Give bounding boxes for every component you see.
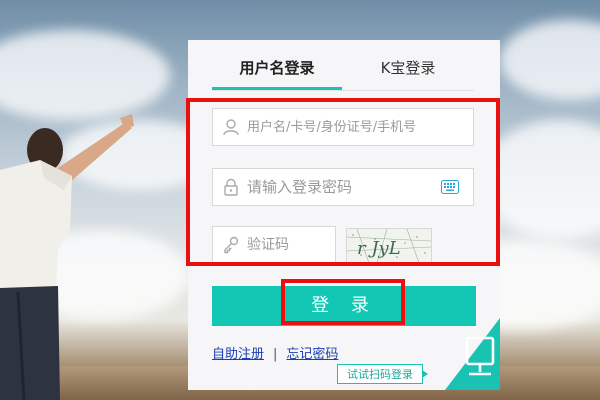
- username-field: [212, 108, 474, 146]
- qr-login-tooltip[interactable]: 试试扫码登录: [337, 364, 428, 384]
- captcha-text: r JyL: [357, 238, 401, 259]
- forgot-password-link[interactable]: 忘记密码: [286, 347, 338, 362]
- captcha-input[interactable]: [247, 227, 331, 263]
- captcha-field: [212, 226, 336, 264]
- user-icon: [223, 119, 239, 136]
- password-input[interactable]: [247, 169, 437, 205]
- keyboard-icon[interactable]: [441, 180, 459, 194]
- qr-monitor-icon[interactable]: [445, 318, 500, 390]
- login-tabs: 用户名登录 K宝登录: [212, 40, 474, 91]
- register-link[interactable]: 自助注册: [212, 347, 264, 362]
- person-silhouette: [0, 114, 134, 400]
- tab-username-login[interactable]: 用户名登录: [212, 57, 342, 90]
- lock-icon: [224, 178, 238, 196]
- username-input[interactable]: [247, 109, 467, 145]
- tab-kbao-login[interactable]: K宝登录: [342, 57, 474, 90]
- captcha-image[interactable]: r JyL: [346, 228, 432, 264]
- password-field: [212, 168, 474, 206]
- link-separator: |: [273, 347, 278, 362]
- key-icon: [224, 236, 239, 254]
- auxiliary-links: 自助注册 | 忘记密码: [212, 343, 338, 362]
- login-button[interactable]: 登 录: [212, 286, 476, 326]
- cloud: [500, 20, 600, 100]
